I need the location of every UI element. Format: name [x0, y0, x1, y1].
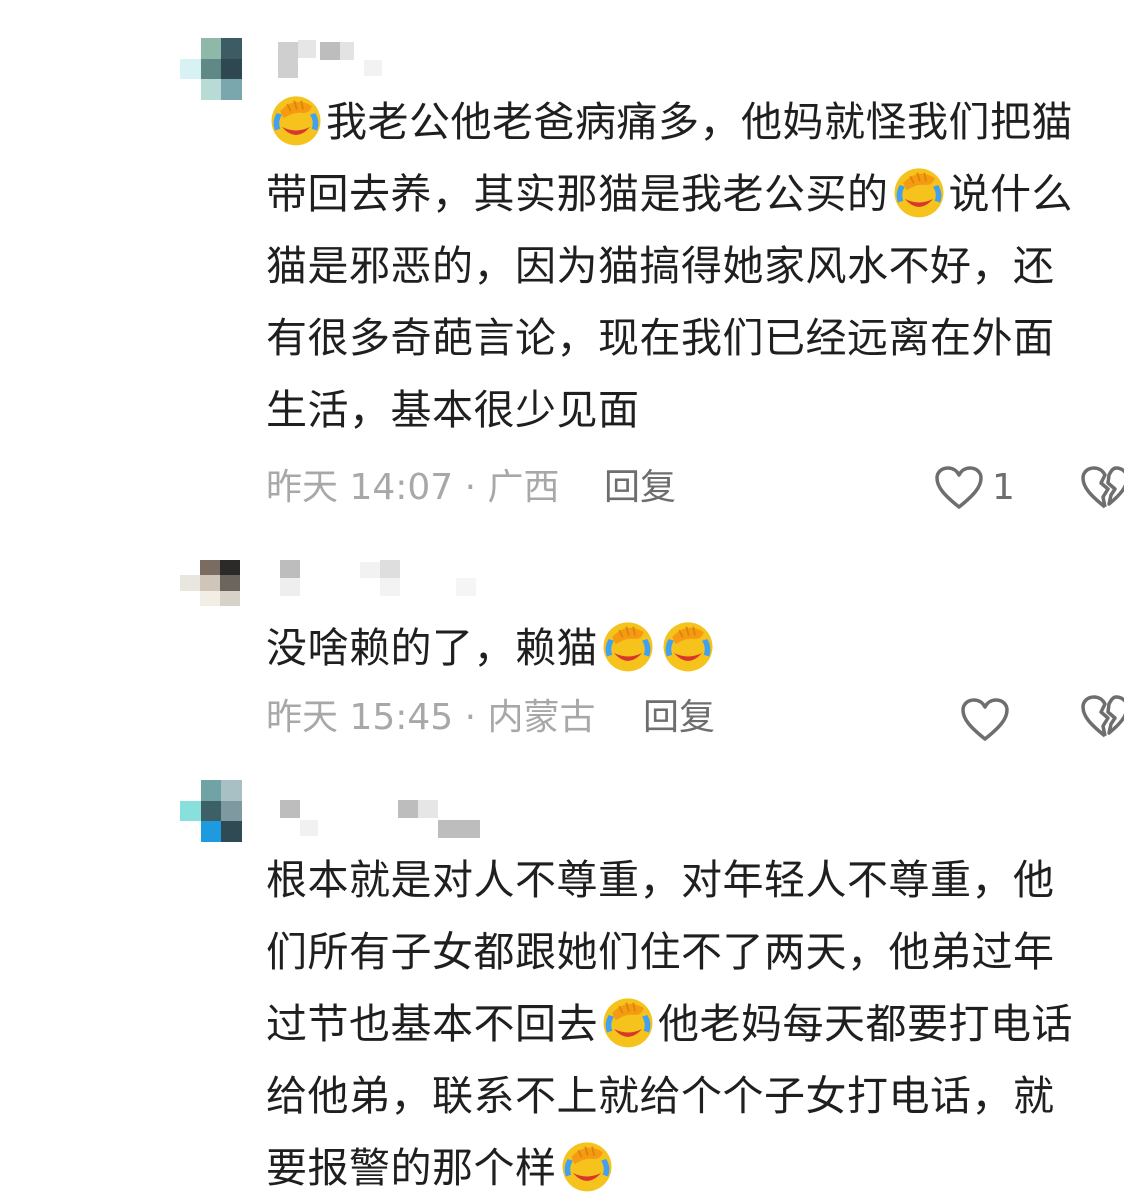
comment-text: 没啥赖的了，赖猫 [266, 612, 1122, 684]
like-button[interactable]: 1 [934, 460, 1015, 516]
comment-text: 我老公他老爸病痛多，他妈就怪我们把猫 带回去养，其实那猫是我老公买的 说什么 猫是… [266, 86, 1122, 446]
comment-line: 给他弟，联系不上就给个个子女打电话，就 [266, 1072, 1055, 1120]
comment-meta: 昨天 14:07 · 广西 [266, 467, 560, 508]
facepalm-laugh-icon [660, 618, 716, 674]
avatar[interactable] [180, 780, 242, 842]
username[interactable] [278, 560, 478, 600]
heart-icon [935, 466, 983, 509]
dislike-button[interactable] [1080, 694, 1124, 744]
comment-line: 根本就是对人不尊重，对年轻人不尊重，他 [266, 856, 1055, 904]
like-button[interactable] [960, 692, 1010, 748]
facepalm-laugh-icon [891, 164, 947, 220]
broken-heart-icon [1081, 466, 1124, 509]
like-count: 1 [992, 467, 1015, 508]
avatar[interactable] [180, 560, 240, 606]
dislike-button[interactable] [1080, 465, 1124, 515]
facepalm-laugh-icon [268, 92, 324, 148]
comment-line: 我老公他老爸病痛多，他妈就怪我们把猫 [266, 86, 1122, 158]
comment-feed: 我老公他老爸病痛多，他妈就怪我们把猫 带回去养，其实那猫是我老公买的 说什么 猫是… [0, 0, 1124, 1199]
avatar[interactable] [180, 38, 242, 100]
username[interactable] [278, 798, 488, 838]
comment-meta: 昨天 15:45 · 内蒙古 [266, 697, 596, 738]
comment-line: 过节也基本不回去 他老妈每天都要打电话 [266, 988, 1122, 1060]
comment-text: 根本就是对人不尊重，对年轻人不尊重，他 们所有子女都跟她们住不了两天，他弟过年 … [266, 844, 1122, 1199]
comment-line: 们所有子女都跟她们住不了两天，他弟过年 [266, 928, 1055, 976]
username[interactable] [278, 40, 388, 80]
comment-line: 没啥赖的了，赖猫 [266, 612, 1122, 684]
broken-heart-icon [1081, 695, 1124, 738]
comment-line: 生活，基本很少见面 [266, 386, 640, 434]
comment-line: 猫是邪恶的，因为猫搞得她家风水不好，还 [266, 242, 1055, 290]
comment-line: 带回去养，其实那猫是我老公买的 说什么 [266, 158, 1122, 230]
heart-icon [961, 698, 1009, 741]
reply-button[interactable]: 回复 [604, 460, 676, 516]
reply-button[interactable]: 回复 [643, 690, 715, 746]
comment-line: 有很多奇葩言论，现在我们已经远离在外面 [266, 314, 1055, 362]
comment-line: 要报警的那个样 [266, 1132, 1122, 1199]
facepalm-laugh-icon [600, 994, 656, 1050]
facepalm-laugh-icon [559, 1138, 615, 1194]
facepalm-laugh-icon [600, 618, 656, 674]
